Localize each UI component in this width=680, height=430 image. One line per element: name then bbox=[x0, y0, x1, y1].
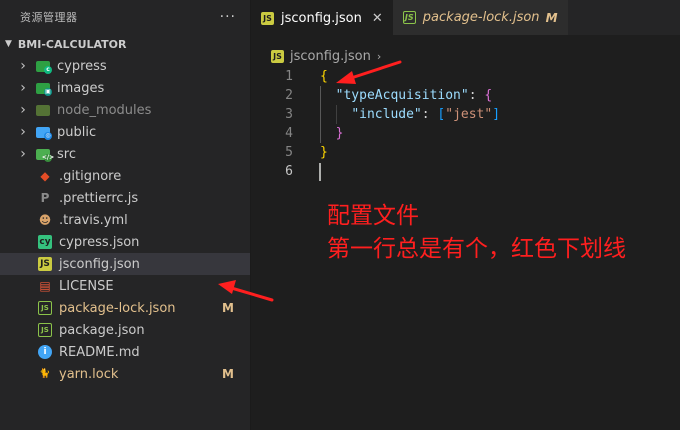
chevron-down-icon: ▼ bbox=[5, 39, 12, 49]
open-brace: { bbox=[484, 88, 493, 103]
modified-badge: M bbox=[222, 301, 234, 315]
tree-item-label: yarn.lock bbox=[59, 366, 119, 382]
license-icon: ▤ bbox=[39, 279, 51, 293]
tree-item[interactable]: P .prettierrc.js bbox=[0, 187, 250, 209]
more-actions-icon[interactable]: ··· bbox=[220, 9, 236, 25]
code-line: 6 bbox=[251, 162, 680, 181]
chevron-right-icon[interactable]: › bbox=[18, 102, 28, 118]
breadcrumb-file[interactable]: jsconfig.json bbox=[290, 49, 371, 64]
prettier-icon: P bbox=[40, 191, 50, 205]
annotation-line-2: 第一行总是有个，红色下划线 bbox=[327, 236, 626, 262]
tree-item-label: .travis.yml bbox=[59, 212, 128, 228]
npm-icon: JS bbox=[38, 323, 52, 337]
public-folder-icon: ◎ bbox=[36, 125, 52, 140]
info-icon: i bbox=[38, 345, 52, 359]
annotation-line-1: 配置文件 bbox=[327, 203, 419, 229]
tab-label: package-lock.json bbox=[422, 10, 540, 25]
src-folder-icon: </> bbox=[36, 147, 54, 162]
json-string: "jest" bbox=[445, 107, 493, 122]
close-bracket: ] bbox=[492, 107, 501, 122]
tree-item-label: LICENSE bbox=[59, 278, 114, 294]
text-cursor bbox=[319, 163, 321, 181]
tree-item[interactable]: JS package.json bbox=[0, 319, 250, 341]
code-line: 2 "typeAcquisition": { bbox=[251, 86, 680, 105]
json-colon: : bbox=[468, 88, 485, 103]
line-number: 2 bbox=[285, 88, 293, 103]
tree-item-label: .gitignore bbox=[59, 168, 122, 184]
json-key: "typeAcquisition" bbox=[335, 88, 469, 103]
chevron-right-icon[interactable]: › bbox=[18, 58, 28, 74]
tab-package-lock[interactable]: JS package-lock.json M bbox=[392, 0, 568, 35]
chevron-right-icon: › bbox=[376, 49, 382, 63]
close-icon[interactable]: ✕ bbox=[372, 11, 383, 26]
js-config-icon: JS bbox=[261, 11, 274, 25]
code-line: 4 } bbox=[251, 124, 680, 143]
tree-item[interactable]: JS package-lock.json M bbox=[0, 297, 250, 319]
open-brace: { bbox=[320, 69, 328, 84]
tree-item[interactable]: › </> src bbox=[0, 143, 250, 165]
tree-item-label: cypress bbox=[57, 58, 107, 74]
tree-item-label: images bbox=[57, 80, 105, 96]
code-line: 5 } bbox=[251, 143, 680, 162]
cypress-icon: cy bbox=[38, 235, 52, 249]
tree-item-label: cypress.json bbox=[59, 234, 140, 250]
chevron-right-icon[interactable]: › bbox=[18, 146, 28, 162]
code-line: 3 "include": ["jest"] bbox=[251, 105, 680, 124]
explorer-sidebar: 资源管理器 ··· ▼ BMI-CALCULATOR › c cypress › ▣ im… bbox=[0, 0, 251, 430]
modified-badge: M bbox=[222, 367, 234, 381]
line-number: 3 bbox=[285, 107, 293, 122]
breadcrumb: JS jsconfig.json › bbox=[251, 45, 381, 67]
annotation-text: 配置文件 第一行总是有个，红色下划线 bbox=[327, 200, 626, 266]
js-config-icon: JS bbox=[38, 257, 52, 271]
chevron-right-icon[interactable]: › bbox=[18, 124, 28, 140]
json-colon: : bbox=[421, 107, 438, 122]
explorer-title: 资源管理器 bbox=[20, 10, 78, 24]
code-line: 1 { bbox=[251, 67, 680, 86]
tree-item-label: src bbox=[57, 146, 76, 162]
tree-item-label: README.md bbox=[59, 344, 140, 360]
travis-icon: ☻ bbox=[38, 213, 52, 227]
line-number: 4 bbox=[285, 126, 293, 141]
close-brace: } bbox=[335, 126, 344, 141]
tree-item[interactable]: › ▣ images bbox=[0, 77, 250, 99]
node-modules-folder-icon bbox=[36, 103, 50, 117]
tree-item[interactable]: › ◎ public bbox=[0, 121, 250, 143]
tree-item[interactable]: i README.md bbox=[0, 341, 250, 363]
json-key: "include" bbox=[351, 107, 422, 122]
modified-badge: M bbox=[545, 10, 558, 25]
tree-item-label: package.json bbox=[59, 322, 145, 338]
tree-item-label: package-lock.json bbox=[59, 300, 176, 316]
tree-item[interactable]: › c cypress bbox=[0, 55, 250, 77]
npm-lock-icon: JS bbox=[38, 301, 52, 315]
editor-tabs: JS jsconfig.json ✕ JS package-lock.json … bbox=[251, 0, 680, 35]
js-config-icon: JS bbox=[271, 49, 284, 63]
close-brace: } bbox=[320, 145, 328, 160]
cypress-folder-icon: c bbox=[36, 59, 52, 74]
git-icon: ◆ bbox=[40, 169, 50, 183]
tree-item[interactable]: ☻ .travis.yml bbox=[0, 209, 250, 231]
explorer-header: 资源管理器 ··· bbox=[0, 0, 250, 33]
tree-item[interactable]: cy cypress.json bbox=[0, 231, 250, 253]
npm-lock-icon: JS bbox=[402, 11, 416, 24]
tree-item-label: jsconfig.json bbox=[59, 256, 140, 272]
yarn-icon: 🐈 bbox=[39, 368, 51, 379]
line-number: 6 bbox=[285, 164, 293, 179]
tree-item[interactable]: ◆ .gitignore bbox=[0, 165, 250, 187]
tree-item[interactable]: › node_modules bbox=[0, 99, 250, 121]
tree-item[interactable]: 🐈 yarn.lock M bbox=[0, 363, 250, 385]
tree-item[interactable]: JS jsconfig.json bbox=[0, 253, 250, 275]
line-number: 5 bbox=[285, 145, 293, 160]
project-name: BMI-CALCULATOR bbox=[17, 37, 127, 51]
tree-item-label: node_modules bbox=[57, 102, 152, 118]
file-tree: › c cypress › ▣ images › node_modules › ◎ public › <… bbox=[0, 55, 250, 385]
images-folder-icon: ▣ bbox=[36, 81, 52, 96]
line-number: 1 bbox=[285, 69, 293, 84]
tab-jsconfig[interactable]: JS jsconfig.json ✕ bbox=[251, 0, 393, 35]
tree-item-label: .prettierrc.js bbox=[59, 190, 139, 206]
tab-label: jsconfig.json bbox=[281, 10, 362, 26]
project-section-header[interactable]: ▼ BMI-CALCULATOR bbox=[0, 33, 250, 55]
tree-item[interactable]: ▤ LICENSE bbox=[0, 275, 250, 297]
tree-item-label: public bbox=[57, 124, 97, 140]
chevron-right-icon[interactable]: › bbox=[18, 80, 28, 96]
